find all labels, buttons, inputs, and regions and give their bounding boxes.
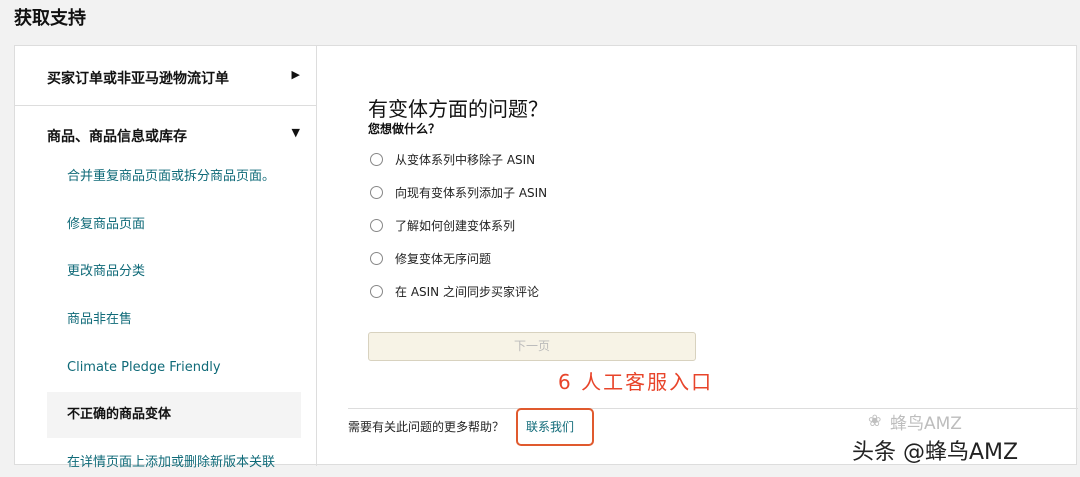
support-panel: 买家订单或非亚马逊物流订单 ▶ 商品、商品信息或库存 ▼ 合并重复商品页面或拆分… [14,45,1078,470]
watermark-main: 头条 @蜂鸟AMZ [852,440,1019,465]
option-label: 从变体系列中移除子 ASIN [395,152,536,167]
caret-right-icon: ▶ [291,68,300,81]
radio-button[interactable] [370,251,383,265]
option-sync-reviews[interactable]: 在 ASIN 之间同步买家评论 [370,281,539,301]
next-page-button[interactable]: 下一页 [368,332,696,361]
sidebar-item-not-for-sale[interactable]: 商品非在售 [47,297,301,343]
sidebar-section-label: 买家订单或非亚马逊物流订单 [47,71,229,87]
wechat-icon: ❀ [868,411,882,430]
option-remove-child-asin[interactable]: 从变体系列中移除子 ASIN [370,149,535,169]
sidebar-item-merge-pages[interactable]: 合并重复商品页面或拆分商品页面。 [47,154,301,200]
question-subtitle: 您想做什么？ [368,122,441,136]
option-add-child-asin[interactable]: 向现有变体系列添加子 ASIN [370,182,547,202]
option-label: 在 ASIN 之间同步买家评论 [395,284,539,299]
question-title: 有变体方面的问题？ [368,97,548,121]
sidebar-item-climate-pledge[interactable]: Climate Pledge Friendly [47,345,301,391]
sidebar-item-change-category[interactable]: 更改商品分类 [47,249,301,295]
option-label: 向现有变体系列添加子 ASIN [395,185,548,200]
watermark-light: 蜂鸟AMZ [890,414,962,434]
annotation-label: 6 人工客服入口 [558,370,714,394]
main-content: 有变体方面的问题？ 您想做什么？ 从变体系列中移除子 ASIN 向现有变体系列添… [318,46,1078,466]
radio-button[interactable] [370,152,383,166]
sidebar-section-buyer-orders[interactable]: 买家订单或非亚马逊物流订单 ▶ [15,46,316,106]
sidebar-item-incorrect-variation[interactable]: 不正确的商品变体 [47,392,301,438]
sidebar-item-fix-product-page[interactable]: 修复商品页面 [47,202,301,248]
option-fix-unordered[interactable]: 修复变体无序问题 [370,248,491,268]
option-learn-create-family[interactable]: 了解如何创建变体系列 [370,215,515,235]
divider [348,408,1078,409]
radio-button[interactable] [370,284,383,298]
help-text: 需要有关此问题的更多帮助？ [348,420,505,434]
annotation-highlight-box [516,408,594,446]
sidebar: 买家订单或非亚马逊物流订单 ▶ 商品、商品信息或库存 ▼ 合并重复商品页面或拆分… [15,46,317,470]
sidebar-section-label: 商品、商品信息或库存 [47,129,187,145]
option-label: 了解如何创建变体系列 [395,218,516,233]
option-label: 修复变体无序问题 [395,251,492,266]
caret-down-icon: ▼ [291,126,300,139]
page-title: 获取支持 [14,8,86,29]
radio-button[interactable] [370,218,383,232]
sidebar-item-edition-links[interactable]: 在详情页面上添加或删除新版本关联 [47,440,301,477]
radio-button[interactable] [370,185,383,199]
